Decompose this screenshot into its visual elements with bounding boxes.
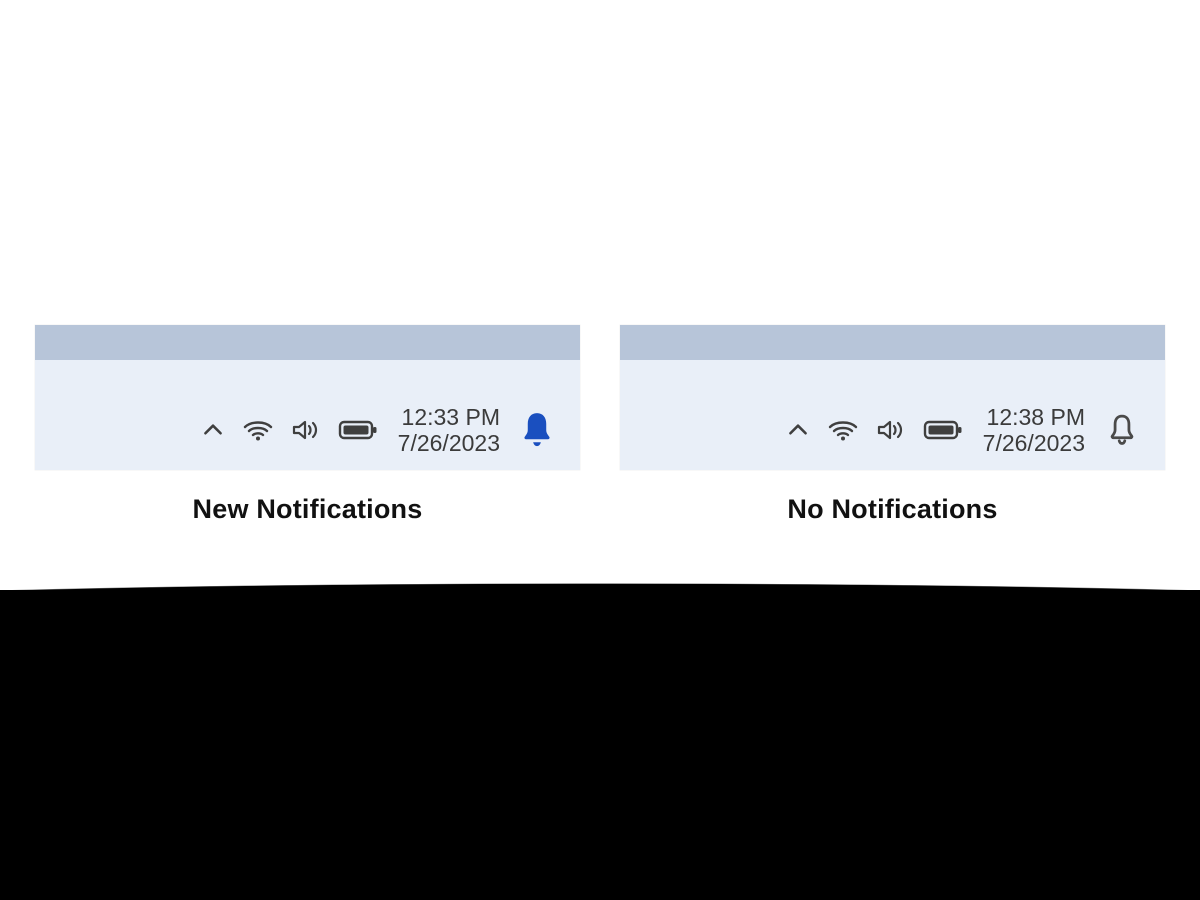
chevron-up-icon[interactable]	[785, 417, 811, 443]
wifi-icon[interactable]	[242, 417, 274, 443]
speaker-icon[interactable]	[875, 417, 907, 443]
clock-time: 12:38 PM	[987, 404, 1085, 430]
example-new-notifications: 12:33 PM 7/26/2023 New Notifications	[35, 325, 580, 525]
notification-bell-filled-icon[interactable]	[516, 410, 558, 450]
caption-no-notifications: No Notifications	[787, 494, 997, 525]
speaker-icon[interactable]	[290, 417, 322, 443]
caption-new-notifications: New Notifications	[193, 494, 423, 525]
clock-date: 7/26/2023	[983, 430, 1085, 456]
taskbar-clock[interactable]: 12:33 PM 7/26/2023	[398, 404, 500, 457]
battery-icon[interactable]	[923, 419, 963, 441]
battery-icon[interactable]	[338, 419, 378, 441]
system-tray: 12:33 PM 7/26/2023	[35, 390, 580, 470]
notification-bell-outline-icon[interactable]	[1101, 412, 1143, 448]
footer-black-band	[0, 590, 1200, 900]
window-titlebar-strip	[620, 325, 1165, 360]
clock-date: 7/26/2023	[398, 430, 500, 456]
taskbar-clock[interactable]: 12:38 PM 7/26/2023	[983, 404, 1085, 457]
wifi-icon[interactable]	[827, 417, 859, 443]
system-tray: 12:38 PM 7/26/2023	[620, 390, 1165, 470]
clock-time: 12:33 PM	[402, 404, 500, 430]
window-titlebar-strip	[35, 325, 580, 360]
taskbar-screenshot-new: 12:33 PM 7/26/2023	[35, 325, 580, 470]
taskbar-screenshot-none: 12:38 PM 7/26/2023	[620, 325, 1165, 470]
chevron-up-icon[interactable]	[200, 417, 226, 443]
example-no-notifications: 12:38 PM 7/26/2023 No Notifications	[620, 325, 1165, 525]
